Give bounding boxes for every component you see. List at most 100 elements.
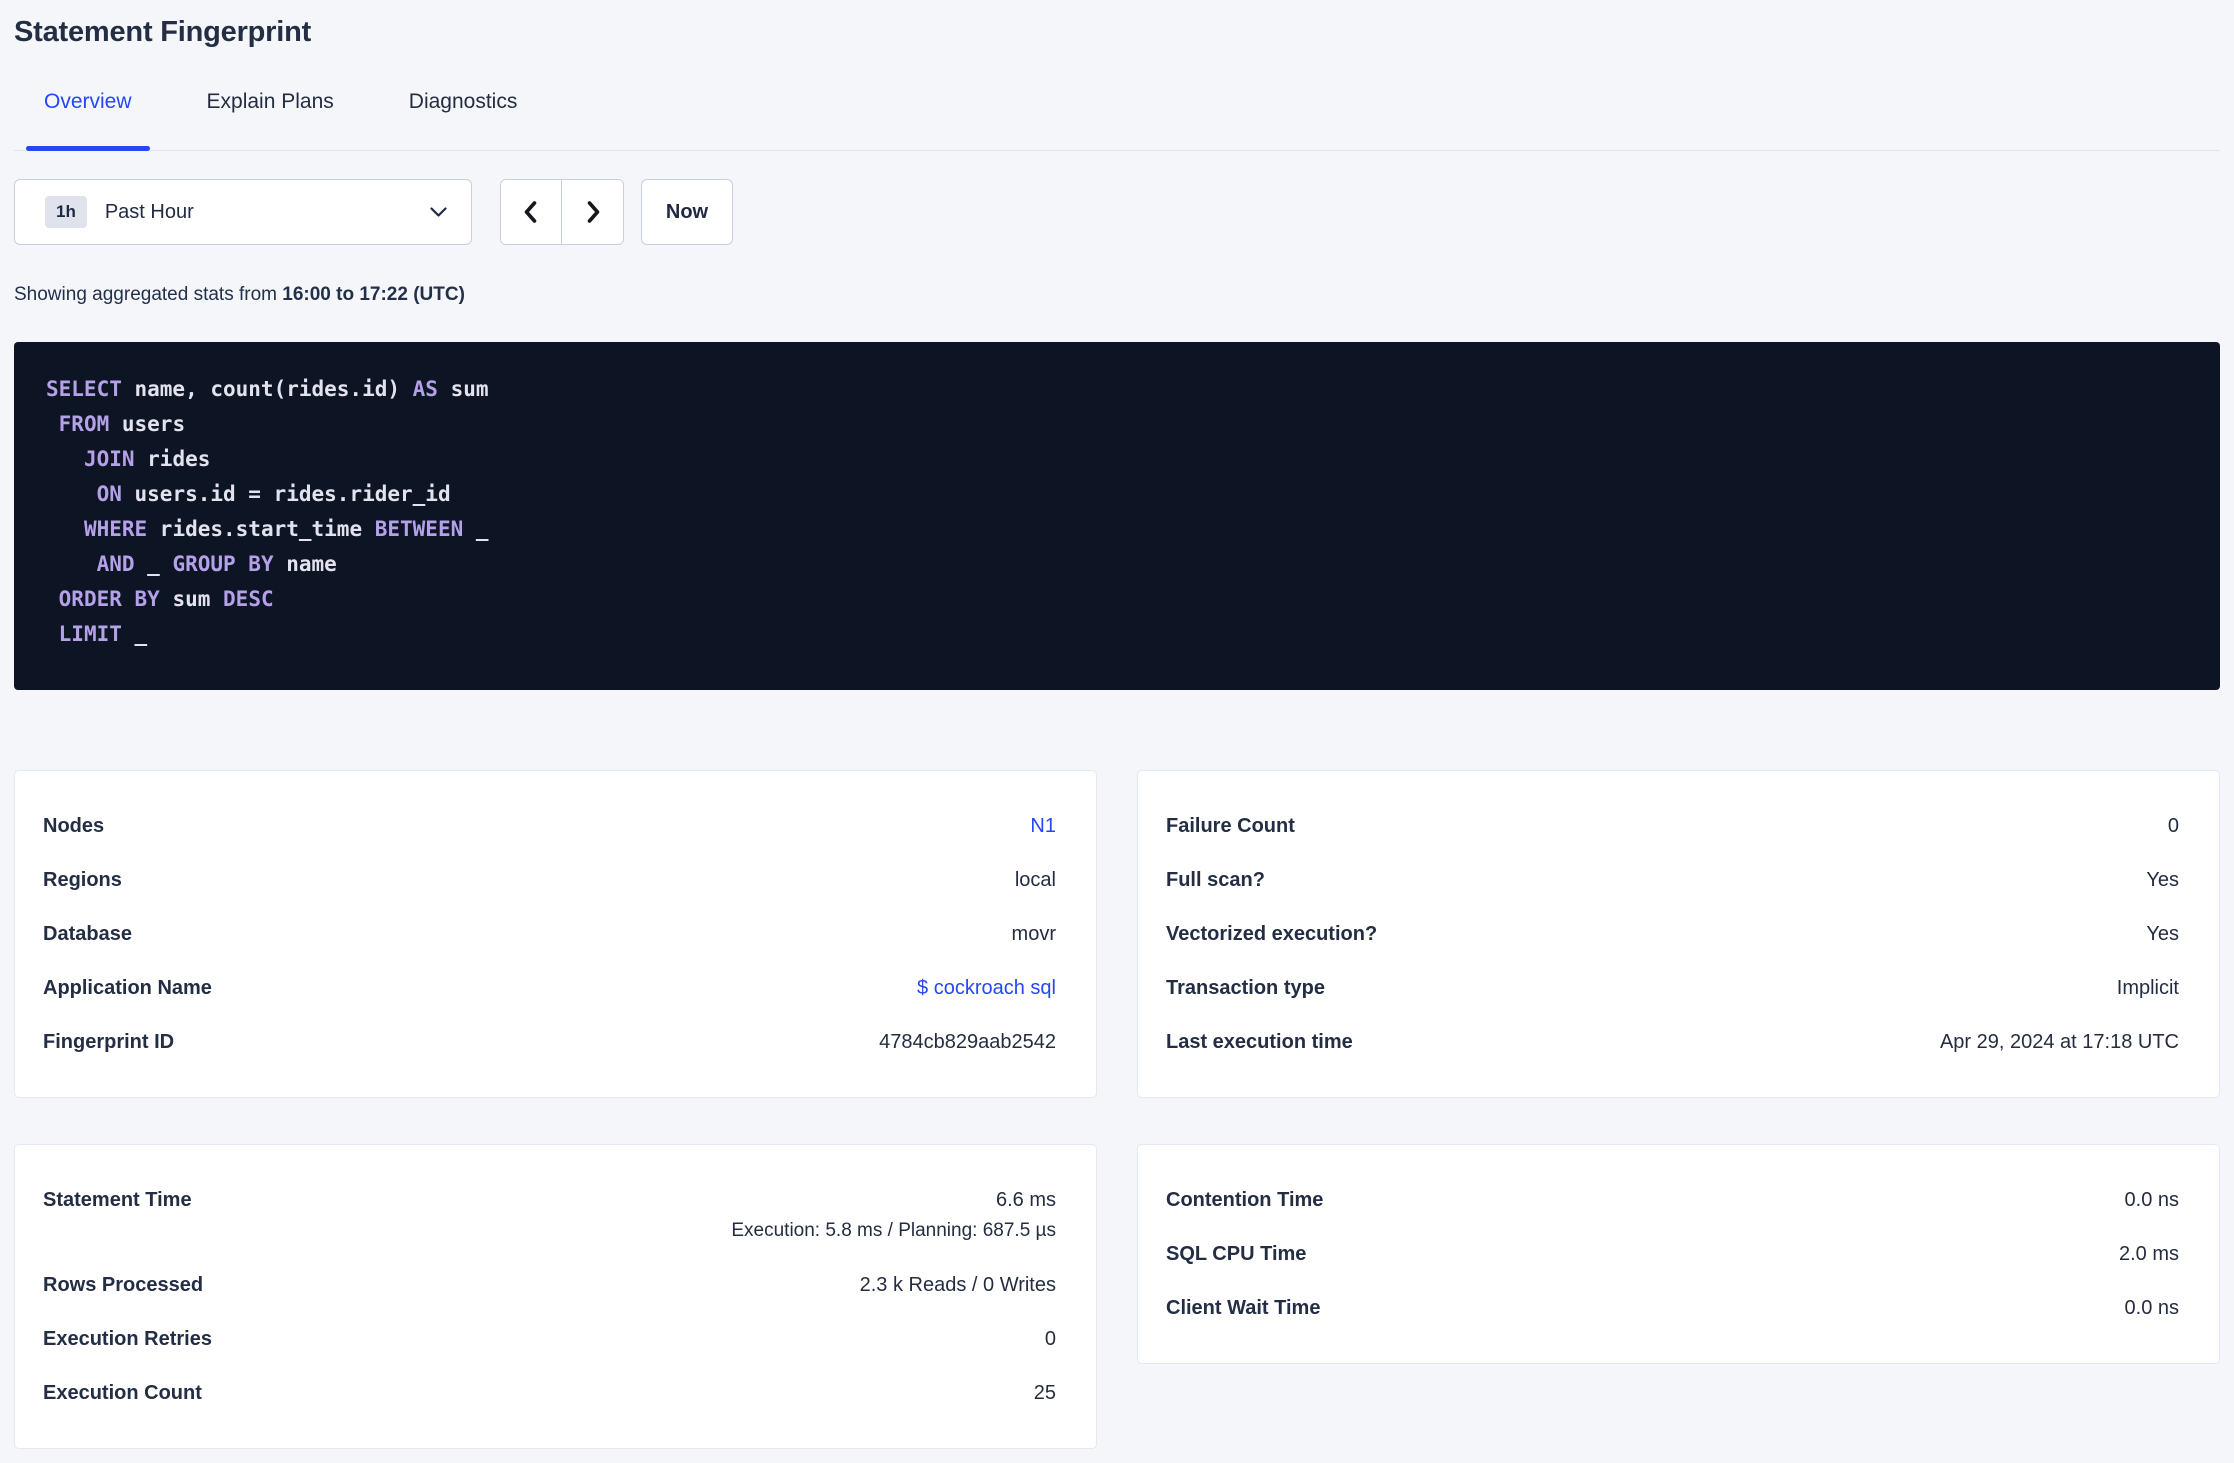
previous-interval-button[interactable] — [501, 180, 562, 244]
kv-label: Database — [43, 923, 132, 945]
kv-value-wrap: 0.0 ns — [2125, 1188, 2179, 1212]
sql-line: WHERE rides.start_time BETWEEN _ — [46, 512, 2190, 547]
kv-row: Application Name $ cockroach sql — [43, 961, 1056, 1015]
kv-value-wrap: 25 — [1034, 1381, 1056, 1405]
tab-bar: Overview Explain Plans Diagnostics — [14, 89, 2220, 151]
kv-value: Implicit — [2116, 977, 2179, 999]
sql-text: _ — [121, 622, 148, 646]
chevron-down-icon — [430, 206, 447, 218]
page-title: Statement Fingerprint — [14, 16, 312, 48]
kv-row: Client Wait Time 0.0 ns — [1166, 1281, 2179, 1335]
sql-line: ORDER BY sum DESC — [46, 582, 2190, 617]
now-button[interactable]: Now — [641, 179, 733, 245]
kv-value-wrap: Implicit — [2117, 976, 2179, 1000]
time-interval-badge: 1h — [45, 196, 87, 228]
sql-keyword: WHERE — [83, 517, 148, 541]
kv-label: Transaction type — [1166, 977, 1325, 999]
chevron-right-icon — [582, 199, 604, 225]
sql-keyword: LIMIT — [58, 622, 122, 646]
sql-text: sum — [437, 377, 489, 401]
sql-keyword: GROUP BY — [172, 552, 274, 576]
sql-line: ON users.id = rides.rider_id — [46, 477, 2190, 512]
sql-text: rides — [134, 447, 211, 471]
kv-label: Last execution time — [1166, 1031, 1353, 1053]
sql-keyword: DESC — [223, 587, 274, 611]
kv-label: Client Wait Time — [1166, 1297, 1321, 1319]
sql-text: rides.start_time — [147, 517, 375, 541]
kv-label: Nodes — [43, 815, 105, 837]
sql-line: SELECT name, count(rides.id) AS sum — [46, 372, 2190, 407]
kv-value: 4784cb829aab2542 — [879, 1031, 1056, 1053]
kv-value: Yes — [2146, 923, 2179, 945]
kv-value-link[interactable]: $ cockroach sql — [917, 976, 1056, 1000]
kv-value: 0.0 ns — [2124, 1189, 2179, 1211]
sql-line: LIMIT _ — [46, 617, 2190, 652]
kv-row: Statement Time 6.6 ms Execution: 5.8 ms / … — [43, 1173, 1056, 1258]
kv-row: Last execution time Apr 29, 2024 at 17:18… — [1166, 1015, 2179, 1069]
kv-row: Execution Count 25 — [43, 1366, 1056, 1420]
sql-line: AND _ GROUP BY name — [46, 547, 2190, 582]
statement-timing-card: Statement Time 6.6 ms Execution: 5.8 ms / … — [14, 1144, 1097, 1449]
tab-explain-plans[interactable]: Explain Plans — [207, 89, 334, 150]
kv-row: Fingerprint ID 4784cb829aab2542 — [43, 1015, 1056, 1069]
tab-diagnostics[interactable]: Diagnostics — [409, 89, 518, 150]
sql-text: users.id = rides.rider_id — [121, 482, 451, 506]
kv-value: 0.0 ns — [2124, 1297, 2179, 1319]
aggregated-stats-text: Showing aggregated stats from 16:00 to 1… — [14, 283, 2220, 306]
execution-attributes-card: Failure Count 0 Full scan? Yes Vectorized ex… — [1137, 770, 2220, 1098]
kv-row: Nodes N1 — [43, 799, 1056, 853]
sql-keyword: FROM — [58, 412, 110, 436]
kv-label: Rows Processed — [43, 1274, 204, 1296]
next-interval-button[interactable] — [562, 180, 623, 244]
sql-statement-box: SELECT name, count(rides.id) AS sum FROM… — [14, 342, 2220, 690]
sql-line: FROM users — [46, 407, 2190, 442]
kv-value-wrap: Yes — [2146, 868, 2179, 892]
statement-fingerprint-page: Statement Fingerprint Overview Explain Pl… — [0, 0, 2234, 1463]
kv-label: Regions — [43, 869, 122, 891]
kv-label: Failure Count — [1166, 815, 1295, 837]
time-interval-label: Past Hour — [104, 200, 194, 223]
kv-label: Statement Time — [43, 1189, 192, 1211]
time-step-button-group — [500, 179, 624, 245]
kv-value: movr — [1011, 923, 1056, 945]
sql-text: name, count(rides.id) — [121, 377, 413, 401]
kv-value-wrap: 2.0 ms — [2119, 1242, 2179, 1266]
kv-value-wrap: 0 — [1045, 1327, 1056, 1351]
sql-text: name — [273, 552, 337, 576]
kv-value-wrap: $ cockroach sql — [917, 976, 1056, 1000]
sql-keyword: BETWEEN — [374, 517, 464, 541]
kv-label: Execution Count — [43, 1382, 202, 1404]
kv-label: Full scan? — [1166, 869, 1265, 891]
sql-keyword: SELECT — [46, 377, 122, 401]
kv-label: Fingerprint ID — [43, 1031, 175, 1053]
kv-value-wrap: 2.3 k Reads / 0 Writes — [860, 1273, 1056, 1297]
kv-row: Transaction type Implicit — [1166, 961, 2179, 1015]
sql-text: _ — [463, 517, 489, 541]
kv-value-wrap: N1 — [1030, 814, 1056, 838]
kv-row: Database movr — [43, 907, 1056, 961]
kv-value: 2.0 ms — [2118, 1243, 2179, 1265]
sql-keyword: AS — [412, 377, 438, 401]
cards-grid: Nodes N1 Regions local Database movr Applicati… — [14, 770, 2220, 1463]
kv-value: Yes — [2146, 869, 2179, 891]
sql-keyword: JOIN — [83, 447, 135, 471]
kv-row: Contention Time 0.0 ns — [1166, 1173, 2179, 1227]
kv-value-wrap: movr — [1012, 922, 1056, 946]
time-interval-select[interactable]: 1h Past Hour — [14, 179, 472, 245]
sql-keyword: AND — [96, 552, 135, 576]
kv-value-wrap: Apr 29, 2024 at 17:18 UTC — [1940, 1030, 2179, 1054]
kv-row: SQL CPU Time 2.0 ms — [1166, 1227, 2179, 1281]
kv-label: Application Name — [43, 977, 212, 999]
tab-overview[interactable]: Overview — [26, 89, 149, 151]
kv-value-wrap: 0.0 ns — [2125, 1296, 2179, 1320]
statement-details-card: Nodes N1 Regions local Database movr Applicati… — [14, 770, 1097, 1098]
kv-row: Full scan? Yes — [1166, 853, 2179, 907]
kv-value-wrap: 6.6 ms Execution: 5.8 ms / Planning: 687.… — [731, 1188, 1056, 1243]
kv-value: local — [1014, 869, 1056, 891]
kv-value-link[interactable]: N1 — [1030, 814, 1056, 838]
sql-text: _ — [134, 552, 173, 576]
